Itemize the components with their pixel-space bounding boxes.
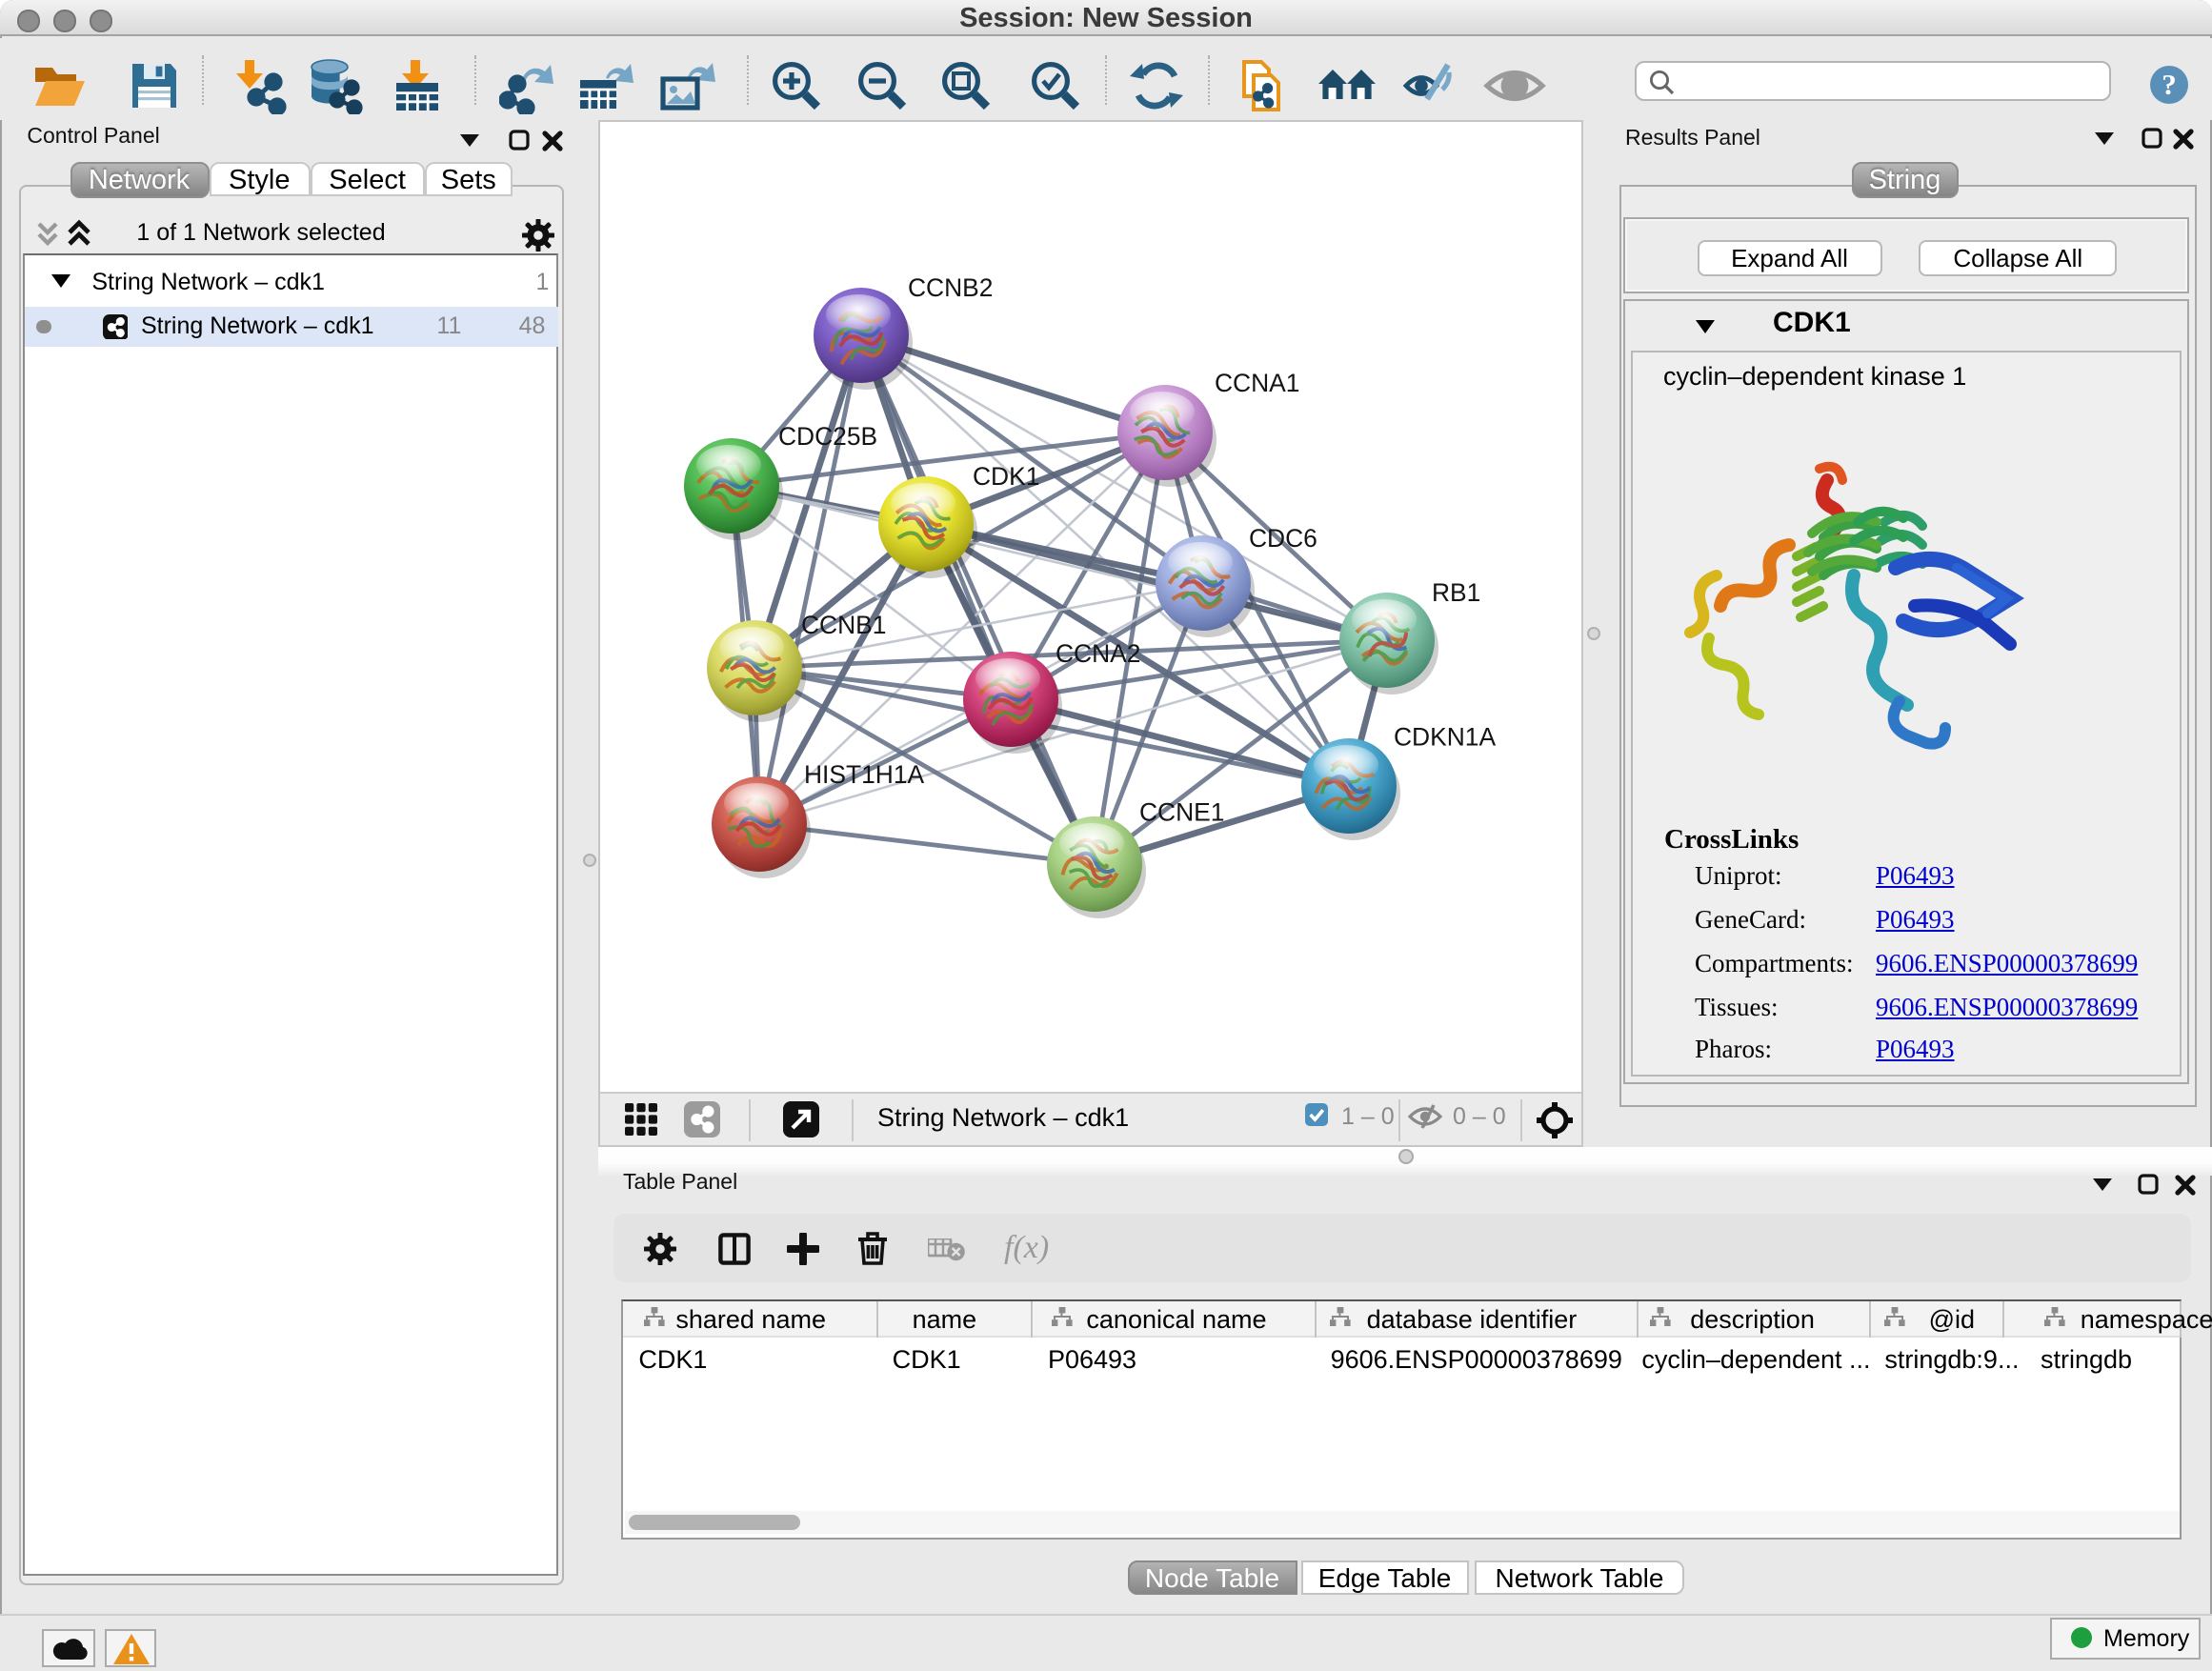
svg-text:CDC6: CDC6 [1249,523,1317,552]
svg-text:CCNE1: CCNE1 [1139,797,1224,826]
svg-text:CCNB2: CCNB2 [908,272,993,301]
svg-text:CDKN1A: CDKN1A [1394,722,1496,751]
svg-text:CCNB1: CCNB1 [801,610,886,638]
svg-text:HIST1H1A: HIST1H1A [804,759,925,788]
svg-text:?: ? [2162,67,2177,100]
svg-text:RB1: RB1 [1432,577,1480,606]
svg-text:CDK1: CDK1 [973,461,1039,490]
svg-text:CCNA2: CCNA2 [1056,638,1140,667]
svg-text:CCNA1: CCNA1 [1215,368,1299,396]
svg-text:CDC25B: CDC25B [778,421,877,450]
